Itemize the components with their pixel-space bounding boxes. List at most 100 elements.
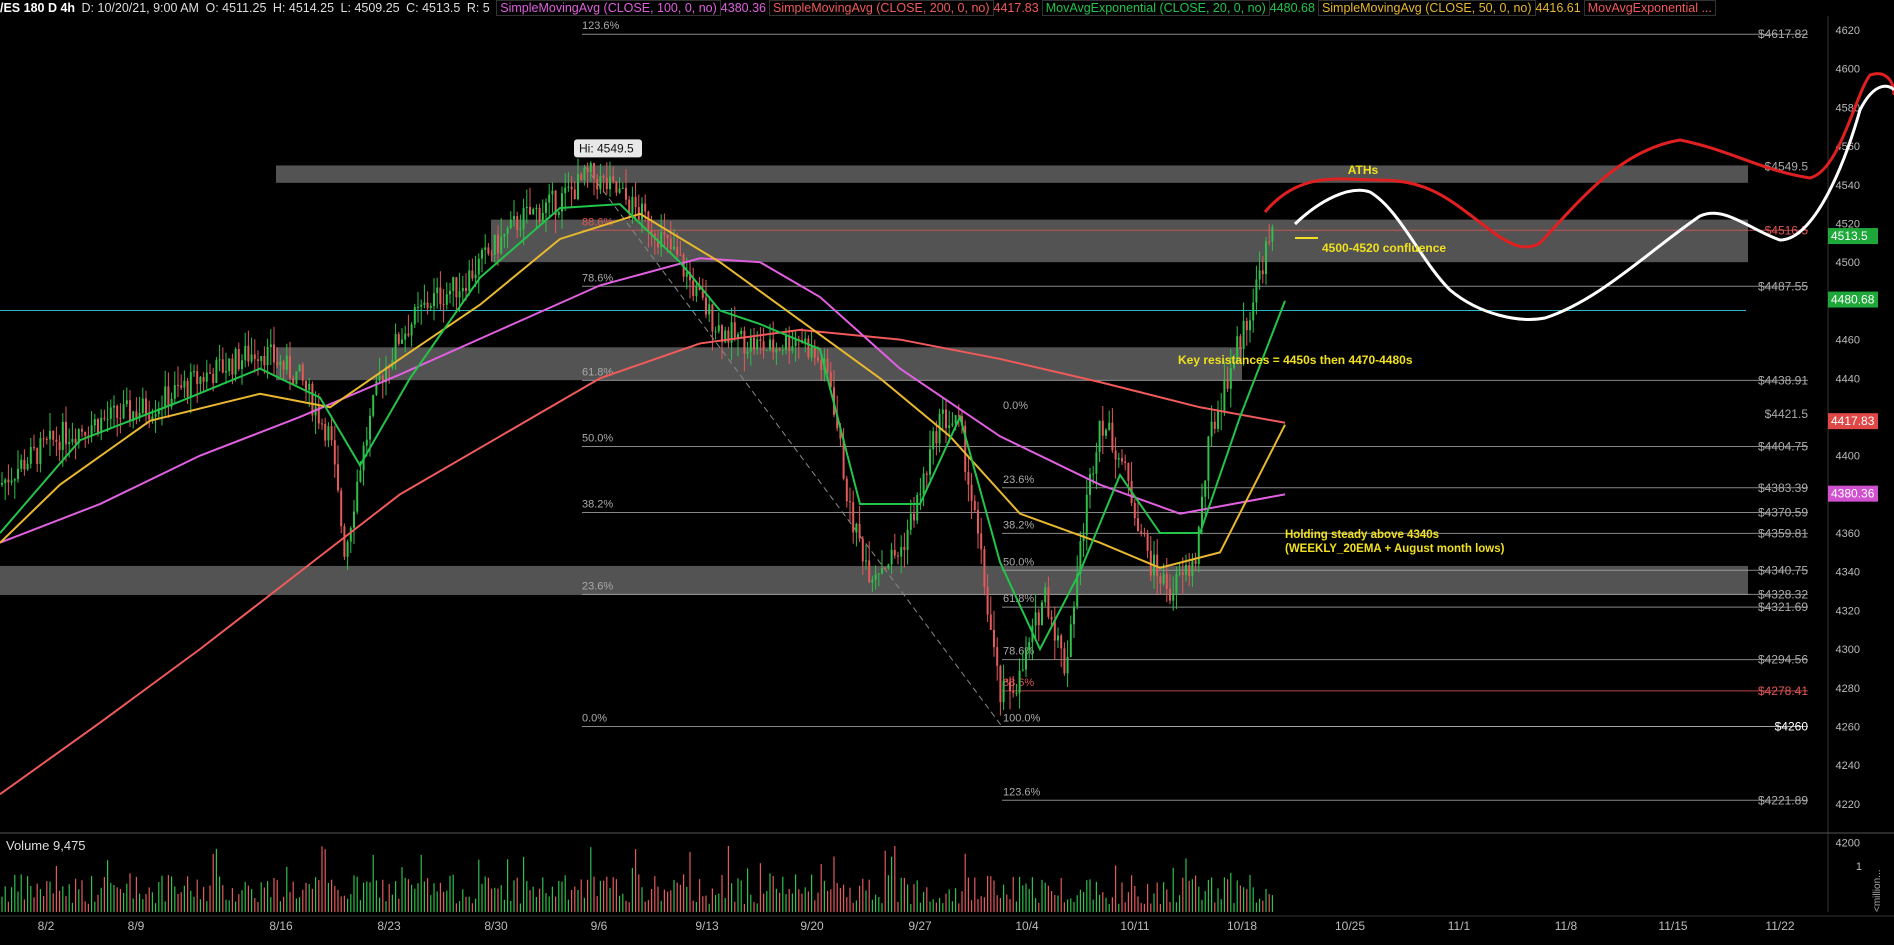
candle-body <box>497 234 499 254</box>
fib-small-label-3: 50.0% <box>1003 556 1034 568</box>
study-value-3: 4416.61 <box>1535 1 1581 15</box>
candle-body <box>1143 533 1146 535</box>
candle-body <box>769 339 771 350</box>
candle-body <box>397 334 400 344</box>
candle-body <box>417 306 419 308</box>
candle-body <box>193 371 195 373</box>
candle-body <box>785 335 787 350</box>
candle-body <box>810 346 813 358</box>
zone-0 <box>276 165 1748 183</box>
high-marker-label: Hi: 4549.5 <box>579 141 634 155</box>
candle-body <box>916 495 919 521</box>
candle-body <box>967 472 970 485</box>
date-tick-16: 11/22 <box>1765 919 1794 933</box>
candle-body <box>849 501 851 503</box>
candle-body <box>1229 367 1232 389</box>
candle-body <box>980 533 983 550</box>
candle-body <box>932 431 935 450</box>
candle-body <box>129 400 131 421</box>
candle-body <box>890 549 893 565</box>
candle-body <box>925 473 928 475</box>
candle-body <box>308 383 311 391</box>
candle-body <box>669 238 672 250</box>
price-tick-21: 4620 <box>1836 25 1860 37</box>
candle-body <box>279 361 282 365</box>
candle-body <box>420 304 423 307</box>
price-tick-5: 4300 <box>1836 644 1860 656</box>
candle-body <box>679 254 682 256</box>
candle-body <box>1239 336 1242 350</box>
candle-body <box>349 527 352 542</box>
candle-body <box>55 439 58 442</box>
candle-body <box>234 349 237 375</box>
candle-body <box>346 541 349 557</box>
candle-body <box>586 167 589 173</box>
candle-body <box>941 409 944 414</box>
candle-body <box>68 442 71 445</box>
candle-body <box>874 574 877 580</box>
candle-body <box>225 371 227 373</box>
candle-body <box>618 188 621 193</box>
candle-body <box>647 211 650 231</box>
price-chart[interactable]: 123.6%88.6%78.6%61.8%50.0%38.2%23.6%0.0%… <box>0 0 1894 945</box>
candle-body <box>820 360 823 371</box>
date-tick-13: 11/1 <box>1448 919 1471 933</box>
price-level-label-10: $4340.75 <box>1758 563 1808 577</box>
study-label-0[interactable]: SimpleMovingAvg (CLOSE, 100, 0, no) <box>496 0 721 16</box>
candle-body <box>522 208 525 230</box>
candle-body <box>737 334 739 338</box>
candle-body <box>631 196 634 214</box>
study-label-3[interactable]: SimpleMovingAvg (CLOSE, 50, 0, no) <box>1317 0 1536 16</box>
chart-area[interactable]: 123.6% 88.6% 78.6% 61.8% 50.0% 38.2% 23.6% 0.0%… <box>0 0 1894 945</box>
fib-big-label-3: 61.8% <box>582 366 613 378</box>
candle-body <box>676 246 679 255</box>
studies-list: SimpleMovingAvg (CLOSE, 100, 0, no) 4380.… <box>496 0 1719 16</box>
fib-small-label-0: 0.0% <box>1003 400 1028 412</box>
candle-body <box>1258 270 1261 280</box>
background <box>0 0 1894 945</box>
date-tick-11: 10/18 <box>1227 919 1257 933</box>
candle-body <box>122 404 125 419</box>
candle-body <box>477 258 480 275</box>
candle-body <box>1223 379 1226 411</box>
study-label-2[interactable]: MovAvgExponential (CLOSE, 20, 0, no) <box>1041 0 1270 16</box>
candle-body <box>989 614 992 630</box>
candle-body <box>228 358 231 372</box>
price-level-label-6: $4404.75 <box>1758 439 1808 453</box>
candle-body <box>212 373 215 384</box>
date-tick-15: 11/15 <box>1658 919 1687 933</box>
volume-tick-0: 1 <box>1856 861 1862 873</box>
candle-body <box>449 290 451 295</box>
candle-body <box>1105 429 1107 436</box>
candle-body <box>455 277 458 298</box>
study-label-1[interactable]: SimpleMovingAvg (CLOSE, 200, 0, no) <box>768 0 994 16</box>
candle-body <box>919 493 922 496</box>
candle-body <box>1018 670 1021 693</box>
candle-body <box>45 439 48 441</box>
candle-body <box>861 538 864 562</box>
candle-body <box>807 338 810 358</box>
candle-body <box>1057 635 1059 641</box>
candle-body <box>340 490 343 527</box>
candle-body <box>407 333 410 336</box>
price-level-label-16: $4221.89 <box>1758 793 1808 807</box>
candle-body <box>541 212 544 222</box>
volume-title: Volume <box>6 838 50 853</box>
date-tick-5: 9/6 <box>591 919 608 933</box>
symbol-label[interactable]: /ES 180 D 4h <box>0 1 78 15</box>
price-tick-8: 4360 <box>1836 528 1860 540</box>
candle-body <box>509 219 512 229</box>
candle-body <box>1252 302 1255 321</box>
study-label-4[interactable]: MovAvgExponential ... <box>1583 0 1716 16</box>
bar-range: R: 5 <box>466 1 490 15</box>
candle-body <box>423 302 426 305</box>
candle-body <box>551 190 554 195</box>
candle-body <box>1207 436 1210 481</box>
candle-body <box>609 176 611 190</box>
candle-body <box>4 479 7 484</box>
candle-body <box>1041 602 1043 626</box>
candle-body <box>1133 503 1136 519</box>
candle-body <box>426 302 429 308</box>
date-tick-0: 8/2 <box>38 919 55 933</box>
price-tag-1: 4480.68 <box>1831 293 1875 307</box>
